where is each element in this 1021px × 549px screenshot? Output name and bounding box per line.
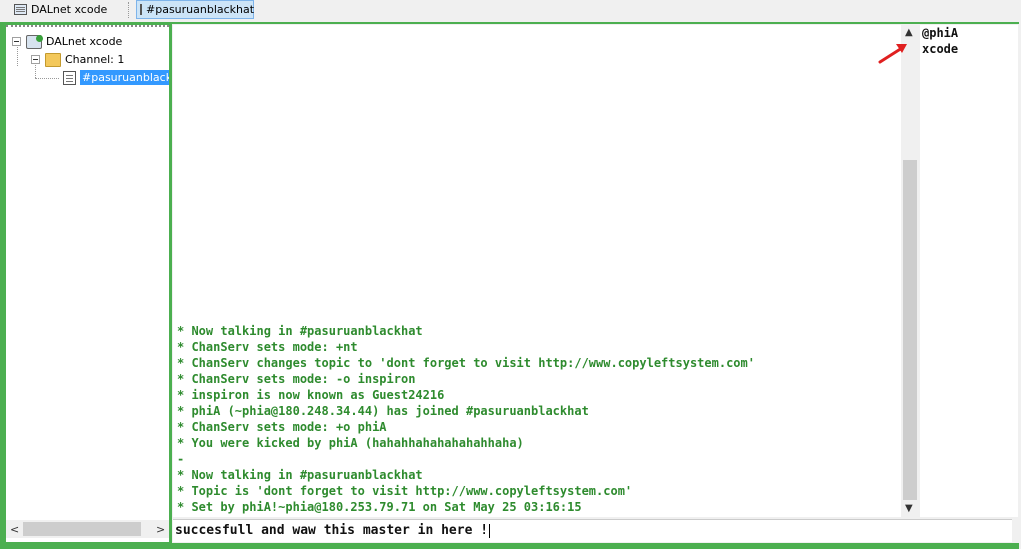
tree-connector <box>35 78 59 79</box>
annotation-arrow-icon <box>878 44 907 64</box>
scroll-down-icon[interactable]: ▼ <box>905 503 913 514</box>
scroll-left-icon[interactable]: < <box>10 523 19 536</box>
scroll-up-icon[interactable]: ▲ <box>905 27 913 38</box>
channel-window-icon <box>63 70 77 85</box>
nick-list: @phiA xcode <box>920 25 1018 517</box>
message-line: * ChanServ changes topic to 'dont forget… <box>177 356 755 370</box>
message-line: * phiA (~phia@180.248.34.44) has joined … <box>177 404 589 418</box>
tree-channel-label: #pasuruanblackhat <box>80 70 169 85</box>
status-window-icon <box>14 4 27 15</box>
text-caret <box>489 523 491 538</box>
tree-node-channel[interactable]: #pasuruanblackhat <box>63 69 169 86</box>
scrollbar-thumb[interactable] <box>903 160 917 500</box>
message-list: * Now talking in #pasuruanblackhat * Chan… <box>177 323 755 515</box>
collapse-icon[interactable] <box>31 55 40 64</box>
message-input-value: succesfull and waw this master in here ! <box>175 523 489 538</box>
message-vertical-scrollbar[interactable]: ▲ ▼ <box>902 25 918 517</box>
message-line: * Set by phiA!~phia@180.253.79.71 on Sat… <box>177 500 582 514</box>
scrollbar-thumb[interactable] <box>23 522 141 536</box>
tree-node-channel-folder[interactable]: Channel: 1 <box>31 51 124 68</box>
treebar-grip[interactable] <box>6 25 169 27</box>
message-line: * Now talking in #pasuruanblackhat <box>177 468 423 482</box>
message-line: * ChanServ sets mode: -o inspiron <box>177 372 416 386</box>
tree-view: DALnet xcode Channel: 1 #pasuruanblackha… <box>6 30 169 518</box>
server-icon <box>26 34 43 49</box>
switchbar-status-button[interactable]: DALnet xcode <box>14 0 124 19</box>
scroll-right-icon[interactable]: > <box>156 523 165 536</box>
channel-window-icon <box>140 4 142 15</box>
switchbar-divider <box>128 2 130 18</box>
message-line: * You were kicked by phiA (hahahhahahaha… <box>177 436 524 450</box>
switchbar-channel-button[interactable]: #pasuruanblackhat <box>136 0 254 19</box>
message-line: * Now talking in #pasuruanblackhat <box>177 324 423 338</box>
message-area[interactable]: * Now talking in #pasuruanblackhat * Chan… <box>173 25 901 517</box>
collapse-icon[interactable] <box>12 37 21 46</box>
message-input[interactable]: succesfull and waw this master in here ! <box>173 519 1012 542</box>
nick-item[interactable]: xcode <box>922 41 1018 57</box>
message-line: * inspiron is now known as Guest24216 <box>177 388 445 402</box>
tree-folder-label: Channel: 1 <box>65 53 125 66</box>
message-line: * Topic is 'dont forget to visit http://… <box>177 484 633 498</box>
tree-node-server[interactable]: DALnet xcode <box>12 33 122 50</box>
switchbar: DALnet xcode #pasuruanblackhat <box>0 0 1021 22</box>
nick-item[interactable]: @phiA <box>922 25 1018 41</box>
message-line: * ChanServ sets mode: +nt <box>177 340 358 354</box>
nick-list-items: @phiA xcode <box>920 25 1018 57</box>
switchbar-status-label: DALnet xcode <box>31 3 108 16</box>
switchbar-channel-label: #pasuruanblackhat <box>146 3 255 16</box>
message-line: * ChanServ sets mode: +o phiA <box>177 420 387 434</box>
message-line: - <box>177 452 185 466</box>
folder-icon <box>45 52 61 67</box>
tree-server-label: DALnet xcode <box>46 35 123 48</box>
tree-horizontal-scrollbar[interactable]: < > <box>6 520 169 538</box>
